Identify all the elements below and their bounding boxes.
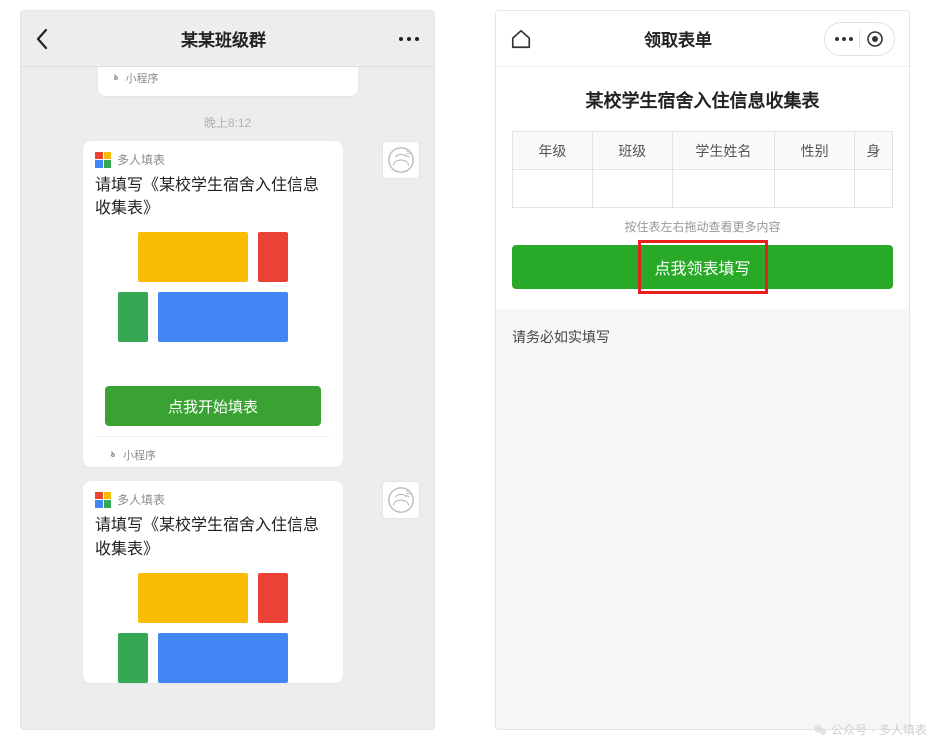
sender-avatar[interactable]	[382, 481, 420, 519]
wechat-chat-screen: 某某班级群 小程序 晚上8:12 多人填表	[20, 10, 435, 730]
capsule-buttons	[824, 22, 895, 56]
form-title: 某校学生宿舍入住信息收集表	[512, 87, 893, 113]
miniprogram-card[interactable]: 多人填表 请填写《某校学生宿舍入住信息收集表》 点我开始填表 小程序	[83, 141, 343, 467]
miniprogram-icon	[107, 449, 119, 461]
miniprogram-card[interactable]: 多人填表 请填写《某校学生宿舍入住信息收集表》	[83, 481, 343, 682]
miniprogram-footer: 小程序	[98, 67, 358, 90]
card-title: 请填写《某校学生宿舍入住信息收集表》	[95, 514, 331, 560]
table-header-row: 年级 班级 学生姓名 性别 身	[513, 132, 893, 170]
chat-header: 某某班级群	[21, 11, 434, 67]
col-grade: 年级	[513, 132, 593, 170]
watermark: 公众号 · 多人填表	[813, 721, 927, 738]
col-gender: 性别	[775, 132, 855, 170]
col-class: 班级	[592, 132, 672, 170]
previous-card-clip[interactable]: 小程序	[98, 67, 358, 96]
chat-body: 小程序 晚上8:12 多人填表 请填写《某校学生宿舍入住信息收集表》 点我开始填…	[21, 67, 434, 729]
form-header: 领取表单	[496, 11, 909, 67]
capsule-close-icon[interactable]	[860, 25, 890, 53]
col-name: 学生姓名	[672, 132, 775, 170]
start-fill-button[interactable]: 点我开始填表	[105, 386, 321, 426]
form-table[interactable]: 年级 班级 学生姓名 性别 身	[512, 131, 893, 208]
claim-button-wrap: 点我领表填写	[512, 245, 893, 289]
message-row: 多人填表 请填写《某校学生宿舍入住信息收集表》 点我开始填表 小程序	[21, 141, 434, 481]
home-icon[interactable]	[510, 28, 532, 50]
miniprogram-icon	[110, 72, 122, 84]
card-app-name: 多人填表	[117, 491, 165, 508]
page-title: 领取表单	[532, 26, 824, 51]
capsule-more-icon[interactable]	[829, 25, 859, 53]
card-illustration	[108, 232, 318, 372]
col-more: 身	[854, 132, 892, 170]
watermark-prefix: 公众号	[831, 721, 867, 738]
more-icon[interactable]	[398, 36, 420, 42]
message-row: 多人填表 请填写《某校学生宿舍入住信息收集表》	[21, 481, 434, 696]
form-claim-screen: 领取表单 某校学生宿舍入住信息收集表 年级 班级 学生姓名	[495, 10, 910, 730]
claim-button[interactable]: 点我领表填写	[512, 245, 893, 289]
watermark-name: 多人填表	[879, 721, 927, 738]
card-title: 请填写《某校学生宿舍入住信息收集表》	[95, 174, 331, 220]
wechat-icon	[813, 723, 827, 737]
miniprogram-footer: 小程序	[95, 436, 331, 467]
table-row[interactable]	[513, 170, 893, 208]
sender-avatar[interactable]	[382, 141, 420, 179]
timestamp: 晚上8:12	[21, 114, 434, 131]
miniprogram-label: 小程序	[126, 70, 159, 86]
app-logo-icon	[95, 152, 111, 168]
card-app-name: 多人填表	[117, 151, 165, 168]
miniprogram-label: 小程序	[123, 447, 156, 463]
app-logo-icon	[95, 492, 111, 508]
chat-title: 某某班级群	[49, 26, 398, 51]
note-text: 请务必如实填写	[496, 309, 909, 365]
form-body: 某校学生宿舍入住信息收集表 年级 班级 学生姓名 性别 身	[496, 67, 909, 309]
scroll-hint: 按住表左右拖动查看更多内容	[512, 218, 893, 235]
card-illustration	[108, 573, 318, 683]
watermark-sep: ·	[871, 723, 875, 737]
back-icon[interactable]	[35, 28, 49, 50]
